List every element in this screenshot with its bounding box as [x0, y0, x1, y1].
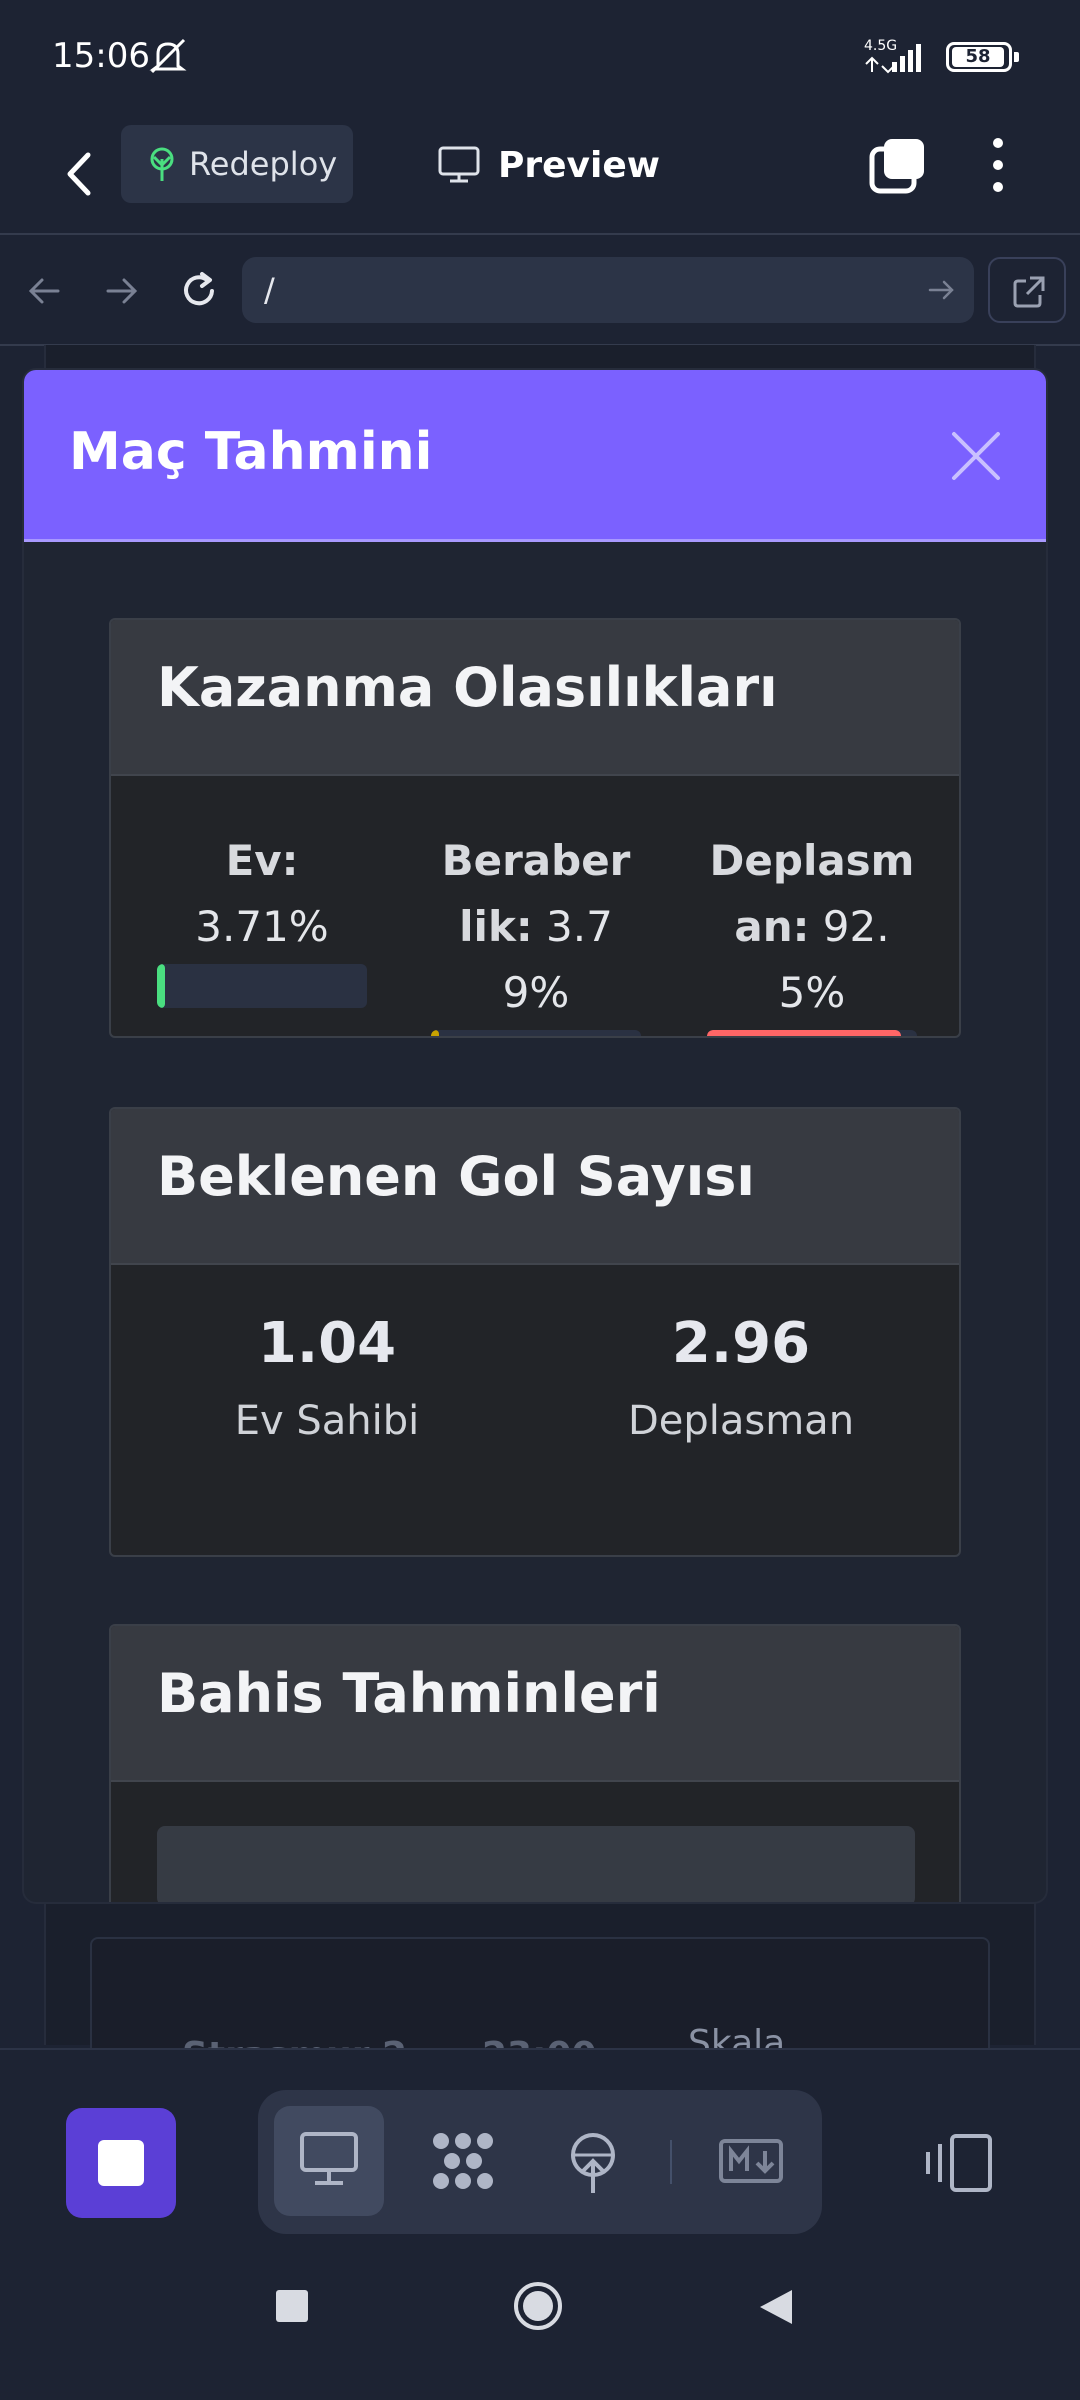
prob-home-label: Ev:	[225, 836, 299, 885]
external-link-icon	[1013, 276, 1045, 308]
more-options-icon[interactable]	[980, 133, 1016, 197]
recents-icon[interactable]	[274, 2288, 310, 2324]
deploy-view-button[interactable]	[538, 2106, 648, 2216]
workflow-view-button[interactable]	[406, 2106, 516, 2216]
markdown-view-button[interactable]	[694, 2106, 804, 2216]
card-title: Kazanma Olasılıkları	[157, 656, 778, 719]
prob-away-bar-fill	[707, 1030, 901, 1036]
stop-icon	[98, 2140, 144, 2186]
bets-body	[111, 1782, 959, 1902]
redeploy-button[interactable]: Redeploy	[121, 125, 353, 203]
monitor-icon	[438, 146, 480, 183]
deploy-icon	[150, 147, 174, 181]
prob-away-bar	[707, 1030, 917, 1036]
preview-tab[interactable]: Preview	[438, 137, 660, 193]
globe-upload-icon	[571, 2133, 615, 2193]
device-rotate-icon[interactable]	[924, 2132, 994, 2194]
redeploy-label: Redeploy	[189, 145, 338, 183]
back-arrow-icon[interactable]	[54, 139, 104, 209]
card-header: Beklenen Gol Sayısı	[111, 1109, 959, 1265]
open-external-button[interactable]	[988, 257, 1066, 323]
goal-home-label: Ev Sahibi	[234, 1398, 420, 1444]
view-switcher	[258, 2090, 822, 2234]
battery-level: 58	[952, 47, 1004, 67]
bet-item	[157, 1826, 915, 1902]
prob-away: Deplasman: 92.5%	[707, 828, 917, 1036]
goal-away: 2.96 Deplasman	[591, 1311, 891, 1444]
prob-home-bar-fill	[157, 964, 165, 1008]
prob-draw-bar	[431, 1030, 641, 1036]
bell-mute-icon	[149, 38, 187, 74]
url-input[interactable]	[264, 257, 884, 323]
bottom-toolbar	[0, 2048, 1080, 2248]
stop-button[interactable]	[66, 2108, 176, 2218]
status-bar: 15:06 4.5G 58	[0, 0, 1080, 115]
goal-away-label: Deplasman	[627, 1398, 855, 1444]
prob-home: Ev: 3.71%	[157, 828, 367, 1008]
tabs-icon[interactable]	[868, 135, 928, 195]
prob-home-bar	[157, 964, 367, 1008]
bet-predictions-card: Bahis Tahminleri	[109, 1624, 961, 1902]
expected-goals-card: Beklenen Gol Sayısı 1.04 Ev Sahibi 2.96 …	[109, 1107, 961, 1557]
home-icon[interactable]	[512, 2280, 564, 2332]
card-title: Bahis Tahminleri	[157, 1662, 661, 1725]
close-icon[interactable]	[948, 428, 1004, 484]
markdown-icon	[719, 2139, 783, 2183]
nav-back-icon[interactable]	[20, 266, 70, 316]
status-time: 15:06	[52, 36, 150, 76]
goal-home: 1.04 Ev Sahibi	[177, 1311, 477, 1444]
prob-draw: Beraberlik: 3.79%	[431, 828, 641, 1036]
win-probabilities-card: Kazanma Olasılıkları Ev: 3.71% Beraberli…	[109, 618, 961, 1038]
preview-label: Preview	[498, 144, 661, 186]
battery-icon: 58	[946, 42, 1019, 72]
probability-grid: Ev: 3.71% Beraberlik: 3.79% Deplasman: 9…	[111, 776, 959, 1036]
goal-away-value: 2.96	[671, 1311, 811, 1376]
match-prediction-modal: Maç Tahmini Kazanma Olasılıkları Ev: 3.7…	[24, 370, 1046, 1902]
modal-title: Maç Tahmini	[69, 422, 433, 482]
card-header: Kazanma Olasılıkları	[111, 620, 959, 776]
nav-forward-icon[interactable]	[96, 266, 146, 316]
goal-home-value: 1.04	[257, 1311, 397, 1376]
system-nav-bar	[0, 2248, 1080, 2400]
back-icon[interactable]	[758, 2288, 794, 2326]
prob-draw-bar-fill	[431, 1030, 439, 1036]
nodes-icon	[433, 2133, 493, 2189]
network-type: 4.5G	[864, 38, 898, 54]
modal-header: Maç Tahmini	[24, 370, 1046, 542]
goals-grid: 1.04 Ev Sahibi 2.96 Deplasman	[111, 1265, 959, 1555]
monitor-icon	[300, 2132, 358, 2185]
modal-body[interactable]: Kazanma Olasılıkları Ev: 3.71% Beraberli…	[24, 542, 1046, 1902]
url-bar[interactable]	[242, 257, 974, 323]
separator	[670, 2140, 672, 2184]
app-header: Redeploy Preview	[0, 115, 1080, 235]
go-arrow-icon[interactable]	[926, 275, 956, 305]
reload-icon[interactable]	[174, 266, 224, 316]
card-header: Bahis Tahminleri	[111, 1626, 959, 1782]
preview-view-button[interactable]	[274, 2106, 384, 2216]
card-title: Beklenen Gol Sayısı	[157, 1145, 755, 1208]
prob-home-value: 3.71%	[195, 902, 329, 951]
url-toolbar	[0, 236, 1080, 346]
